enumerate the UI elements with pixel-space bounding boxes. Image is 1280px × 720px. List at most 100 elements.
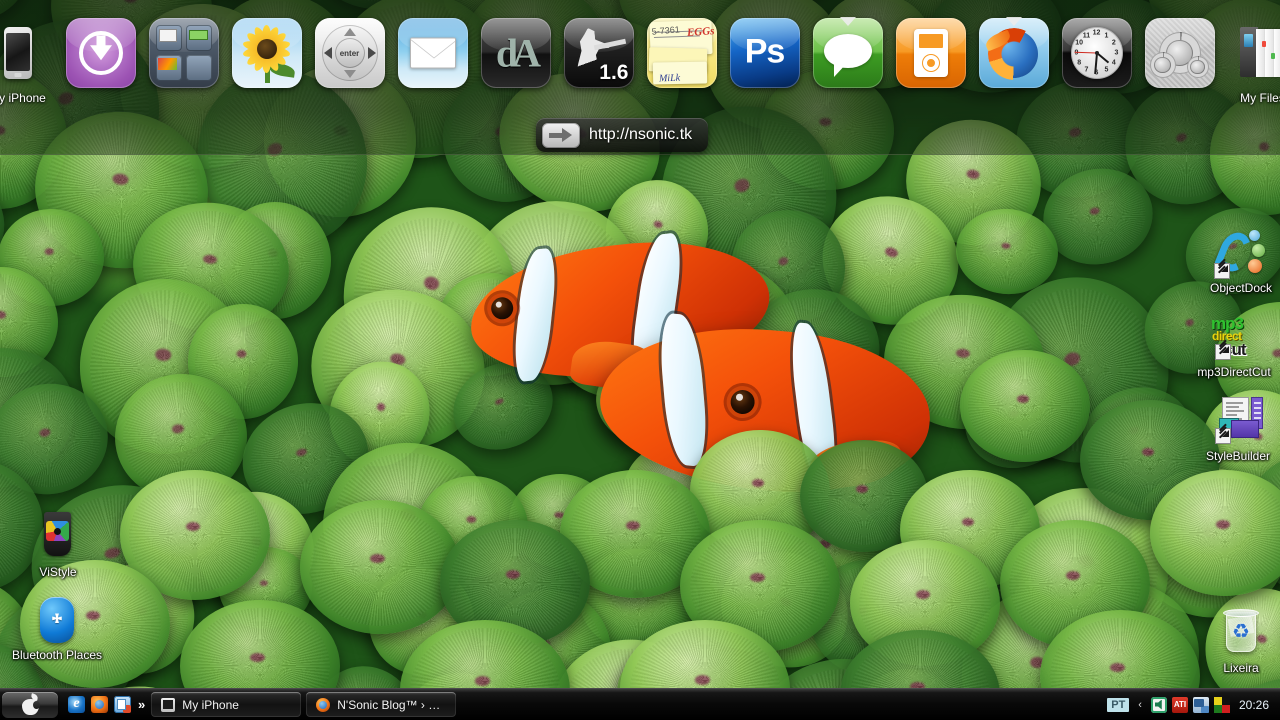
clock-numeral: 11: [1082, 32, 1091, 40]
note-number: 5-7361: [650, 24, 680, 37]
task-button-list: My iPhone N'Sonic Blog™ › …: [151, 692, 1107, 717]
stylebuilder-icon: [1213, 396, 1263, 446]
apple-logo-icon: [21, 692, 40, 715]
settings-gears-icon: [1144, 18, 1215, 88]
color-quad-cell: [1221, 696, 1230, 705]
quick-launch-overflow-button[interactable]: »: [135, 697, 151, 712]
objectdock-icon: [1213, 227, 1266, 279]
dock-item-ipod[interactable]: [895, 18, 966, 114]
clock-numeral: 2: [1111, 39, 1116, 47]
desktop-icon-label: ObjectDock: [1209, 281, 1273, 295]
color-quad-cell: [1213, 704, 1222, 713]
deviantart-icon: dA: [480, 18, 551, 88]
shortcut-overlay-icon: [1215, 428, 1231, 444]
start-button[interactable]: [2, 691, 58, 718]
ati-catalyst-icon[interactable]: ATI: [1171, 696, 1188, 713]
color-quad-cell: [1213, 696, 1222, 705]
mail-envelope-icon: [397, 18, 468, 88]
dock-item-settings[interactable]: [1144, 18, 1215, 114]
system-tray: PT ‹ ATI 20:26: [1107, 696, 1280, 713]
firefox-window-icon: [316, 697, 331, 712]
dock-item-label: My iPhone: [0, 91, 46, 105]
url-text: http://nsonic.tk: [589, 126, 693, 143]
dock-item-expose[interactable]: [148, 18, 219, 114]
desktop-icon-vistyle[interactable]: ViStyle: [10, 512, 106, 579]
language-indicator[interactable]: PT: [1107, 697, 1130, 712]
ipod-icon: [895, 18, 966, 88]
tray-expand-arrow-icon[interactable]: ‹: [1134, 699, 1146, 711]
dock-item-deviantart[interactable]: dA: [480, 18, 551, 114]
desktop-icon-bluetooth-places[interactable]: ᛭ Bluetooth Places: [9, 595, 105, 662]
task-button-label: My iPhone: [182, 697, 239, 712]
clock-numeral: 8: [1077, 59, 1082, 67]
photoshop-icon: Ps: [729, 18, 800, 88]
taskbar-clock[interactable]: 20:26: [1235, 698, 1275, 712]
firefox-icon[interactable]: [91, 696, 108, 713]
desktop-icon-label: mp3DirectCut: [1197, 365, 1271, 379]
volume-icon[interactable]: [1150, 696, 1167, 713]
color-quad-icon[interactable]: [1213, 696, 1230, 713]
clock-numeral: 1: [1104, 32, 1109, 40]
desktop-icon-mp3directcut[interactable]: mp3 direct cut mp3DirectCut: [1186, 312, 1280, 379]
dock-item-clock[interactable]: 12 1 2 3 4 5 6 7 8 9 10 11: [1061, 18, 1132, 114]
dock-item-my-iphone[interactable]: My iPhone: [0, 18, 53, 114]
internet-explorer-icon[interactable]: [68, 696, 85, 713]
color-quad-cell: [1221, 704, 1230, 713]
mp3directcut-icon: mp3 direct cut: [1209, 312, 1259, 362]
show-desktop-icon[interactable]: [114, 696, 131, 713]
clock-numeral: 5: [1104, 66, 1109, 74]
quick-launch-bar: [62, 696, 135, 713]
recycle-bin-icon: ♻: [1216, 608, 1266, 658]
clock-numeral: 4: [1111, 59, 1116, 67]
url-launcher-bar[interactable]: http://nsonic.tk: [536, 118, 709, 152]
dock-item-my-files[interactable]: My Files: [1228, 18, 1280, 114]
network-connection-icon[interactable]: [1192, 696, 1209, 713]
task-button[interactable]: My iPhone: [151, 692, 302, 717]
dock-item-firefox[interactable]: [978, 17, 1049, 114]
photoshop-glyph: Ps: [744, 32, 786, 71]
dock-item-label: My Files: [1240, 91, 1280, 105]
desktop-icon-label: StyleBuilder: [1205, 449, 1271, 463]
counter-strike-icon: 1.6: [563, 18, 634, 88]
dock-item-download[interactable]: [65, 18, 136, 114]
clock-numeral: 10: [1075, 39, 1084, 47]
vistyle-icon: [33, 512, 83, 562]
dock-item-remote[interactable]: enter: [314, 18, 385, 114]
dock-running-indicator: [839, 17, 856, 26]
clock-numeral: 3: [1114, 49, 1119, 57]
anemone-blob-foreground: [300, 500, 460, 634]
bluetooth-places-icon: ᛭: [32, 595, 82, 645]
iphone-window-icon: [161, 697, 176, 712]
desktop-icon-stylebuilder[interactable]: StyleBuilder: [1190, 396, 1280, 463]
dock-item-counter-strike[interactable]: 1.6: [563, 18, 634, 114]
sticky-notes-icon: 5-7361 EGGs MiLk: [646, 18, 717, 88]
download-icon: [65, 18, 136, 88]
dock-item-photos[interactable]: [231, 18, 302, 114]
dock-item-messages[interactable]: [812, 17, 883, 114]
dock-icon-row: My iPhone: [0, 17, 1280, 114]
task-button[interactable]: N'Sonic Blog™ › …: [306, 692, 457, 717]
anemone-blob-foreground: [960, 350, 1090, 462]
desktop-icon-recycle-bin[interactable]: ♻ Lixeira: [1193, 608, 1280, 675]
clock-icon: 12 1 2 3 4 5 6 7 8 9 10 11: [1061, 18, 1132, 88]
task-button-label: N'Sonic Blog™ › …: [337, 697, 441, 712]
desktop-icon-label: Bluetooth Places: [11, 648, 103, 662]
shortcut-overlay-icon: [1214, 263, 1230, 279]
clock-numeral: 7: [1084, 66, 1089, 74]
shortcut-overlay-icon: [1215, 344, 1231, 360]
go-arrow-icon[interactable]: [542, 122, 580, 148]
dock-item-photoshop[interactable]: Ps: [729, 18, 800, 114]
remote-enter-label: enter: [334, 38, 365, 68]
cs-version-label: 1.6: [599, 61, 629, 84]
clock-numeral: 12: [1092, 29, 1101, 37]
remote-enter-icon: enter: [314, 18, 385, 88]
taskbar: » My iPhone N'Sonic Blog™ › … PT ‹ ATI 2…: [0, 688, 1280, 720]
dock-item-notes[interactable]: 5-7361 EGGs MiLk: [646, 18, 717, 114]
desktop-icon-label: Lixeira: [1223, 661, 1259, 675]
photos-sunflower-icon: [231, 18, 302, 88]
files-folder-icon: [1228, 18, 1280, 88]
dock-item-mail[interactable]: [397, 18, 468, 114]
desktop-icon-label: ViStyle: [39, 565, 77, 579]
note-milk-text: MiLk: [658, 72, 680, 85]
desktop-icon-objectdock[interactable]: ObjectDock: [1193, 227, 1280, 295]
